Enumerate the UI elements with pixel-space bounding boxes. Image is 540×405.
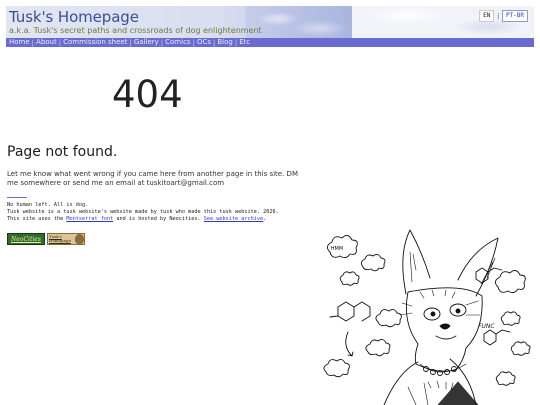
- montserrat-font-link[interactable]: Montserrat font: [66, 216, 113, 222]
- badge-row: NeoCities Tusk's Homepage: [7, 233, 85, 245]
- thought-cloud: [500, 311, 521, 326]
- thought-cloud: [360, 253, 386, 272]
- nav-comics[interactable]: Comics: [165, 38, 190, 47]
- nav-gallery[interactable]: Gallery: [134, 38, 159, 47]
- nav-blog[interactable]: Blog: [217, 38, 232, 47]
- molecule-doodle: [475, 267, 503, 284]
- nav-separator: |: [31, 38, 35, 47]
- site-subtitle: a.k.a. Tusk's secret paths and crossroad…: [9, 26, 262, 35]
- nav-separator: |: [212, 38, 216, 47]
- tusk-badge-label: Tusk's Homepage: [49, 234, 71, 243]
- nav-etc[interactable]: Etc: [239, 38, 250, 47]
- footer-tagline: No human left. All is dog.: [7, 202, 89, 208]
- nav-home[interactable]: Home: [9, 38, 30, 47]
- thought-cloud: [495, 270, 526, 294]
- website-archive-link[interactable]: See website archive: [204, 216, 263, 222]
- molecule-doodle: [483, 329, 511, 346]
- footer-hosting: This site uses the Montserrat font and i…: [7, 216, 307, 223]
- language-switcher: EN | PT-BR: [479, 10, 528, 22]
- molecule-doodle: [329, 301, 371, 357]
- error-code: 404: [112, 73, 183, 116]
- nav-separator: |: [234, 38, 238, 47]
- main-nav: Home | About | Commission sheet | Galler…: [6, 38, 534, 47]
- tusk-homepage-badge[interactable]: Tusk's Homepage: [47, 233, 85, 245]
- bubble-text: HMM: [331, 246, 343, 252]
- site-footer: No human left. All is dog. Tusk website …: [7, 202, 307, 224]
- error-message: Let me know what went wrong if you came …: [7, 170, 298, 187]
- thought-cloud: [510, 341, 531, 356]
- tusk-face-icon: [75, 234, 84, 244]
- thought-cloud: [495, 371, 516, 386]
- dog-body: [383, 358, 479, 405]
- footer-hosting-prefix: This site uses the: [7, 216, 67, 223]
- dog-head: [399, 229, 499, 372]
- footer-hosting-middle: and is hosted by Neocities.: [113, 216, 204, 223]
- nav-separator: |: [58, 38, 62, 47]
- nav-separator: |: [192, 38, 195, 47]
- thought-cloud: [339, 271, 360, 286]
- footer-hosting-suffix: .: [263, 216, 267, 223]
- neocities-badge[interactable]: NeoCities: [7, 233, 45, 245]
- nav-ocs[interactable]: OCs: [197, 38, 211, 47]
- footer-credits: Tusk website is a tusk website's website…: [7, 209, 279, 216]
- confused-dog-illustration: HMM FUNC: [323, 229, 531, 405]
- nav-separator: |: [129, 38, 132, 47]
- neocities-badge-label: NeoCities: [11, 235, 41, 243]
- divider: [7, 197, 27, 198]
- language-en-button[interactable]: EN: [479, 10, 495, 22]
- nav-separator: |: [160, 38, 164, 47]
- bubble-text: FUNC: [478, 323, 495, 330]
- page-heading: Page not found.: [7, 144, 118, 160]
- thought-cloud: [323, 358, 350, 378]
- language-separator: |: [496, 12, 500, 20]
- thought-cloud: [375, 308, 402, 328]
- banner-photo: [246, 6, 352, 38]
- header-banner: Tusk's Homepage a.k.a. Tusk's secret pat…: [6, 6, 534, 38]
- thought-cloud: [365, 338, 391, 357]
- language-ptbr-button[interactable]: PT-BR: [501, 10, 528, 22]
- site-title[interactable]: Tusk's Homepage: [9, 8, 139, 26]
- nav-commission-sheet[interactable]: Commission sheet: [63, 38, 127, 47]
- nav-about[interactable]: About: [36, 38, 57, 47]
